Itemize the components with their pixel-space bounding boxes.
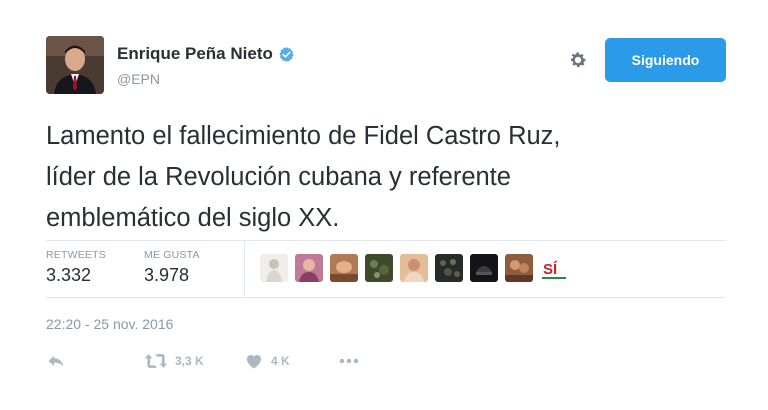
retweets-value: 3.332: [46, 265, 92, 285]
retweets-stat[interactable]: RETWEETS 3.332: [46, 249, 106, 286]
verified-badge-icon: [279, 46, 294, 62]
tweet-text-line: líder de la Revolución cubana y referent…: [46, 163, 511, 191]
tweet-stats: RETWEETS 3.332 ME GUSTA 3.978 SÍ: [46, 241, 726, 297]
like-count: 4 K: [271, 354, 290, 368]
user-handle[interactable]: @EPN: [117, 71, 160, 87]
tweet-text: Lamento el fallecimiento de Fidel Castro…: [46, 116, 736, 239]
tweet-timestamp[interactable]: 22:20 - 25 nov. 2016: [46, 316, 173, 332]
liker-avatar-5[interactable]: [400, 254, 428, 282]
liker-avatar-4[interactable]: [365, 254, 393, 282]
liker-avatar-3[interactable]: [330, 254, 358, 282]
retweets-label: RETWEETS: [46, 249, 106, 261]
tweet-text-line: emblemático del siglo XX.: [46, 204, 340, 232]
following-button[interactable]: Siguiendo: [605, 38, 726, 82]
tweet-actions: 3,3 K 4 K: [46, 351, 446, 375]
more-icon: [339, 358, 359, 364]
likes-stat[interactable]: ME GUSTA 3.978: [144, 249, 200, 286]
liker-avatar-9[interactable]: SÍ: [540, 254, 568, 282]
reply-icon: [48, 356, 64, 367]
gear-icon[interactable]: [568, 50, 588, 70]
profile-photo-icon: [46, 36, 104, 94]
retweet-count: 3,3 K: [175, 354, 204, 368]
profile-avatar[interactable]: [46, 36, 104, 94]
more-button[interactable]: [338, 351, 360, 371]
retweet-button[interactable]: 3,3 K: [144, 351, 204, 371]
like-button[interactable]: 4 K: [244, 351, 290, 371]
heart-icon: [246, 355, 262, 369]
liker-avatar-2[interactable]: [295, 254, 323, 282]
user-name-row: Enrique Peña Nieto: [117, 44, 295, 64]
tweet-card: Enrique Peña Nieto @EPN Siguiendo Lament…: [0, 0, 768, 410]
reply-button[interactable]: [46, 351, 66, 371]
liker-badge-text: SÍ: [543, 261, 558, 278]
retweet-icon: [144, 354, 168, 368]
liker-avatar-6[interactable]: [435, 254, 463, 282]
liker-avatars: SÍ: [260, 254, 575, 282]
stats-bottom-divider: [46, 297, 726, 298]
liker-avatar-8[interactable]: [505, 254, 533, 282]
tweet-text-line: Lamento el fallecimiento de Fidel Castro…: [46, 122, 561, 150]
liker-avatar-1[interactable]: [260, 254, 288, 282]
stats-separator: [244, 241, 245, 297]
liker-avatar-7[interactable]: [470, 254, 498, 282]
likes-label: ME GUSTA: [144, 249, 200, 261]
user-name[interactable]: Enrique Peña Nieto: [117, 44, 273, 64]
likes-value: 3.978: [144, 265, 190, 285]
